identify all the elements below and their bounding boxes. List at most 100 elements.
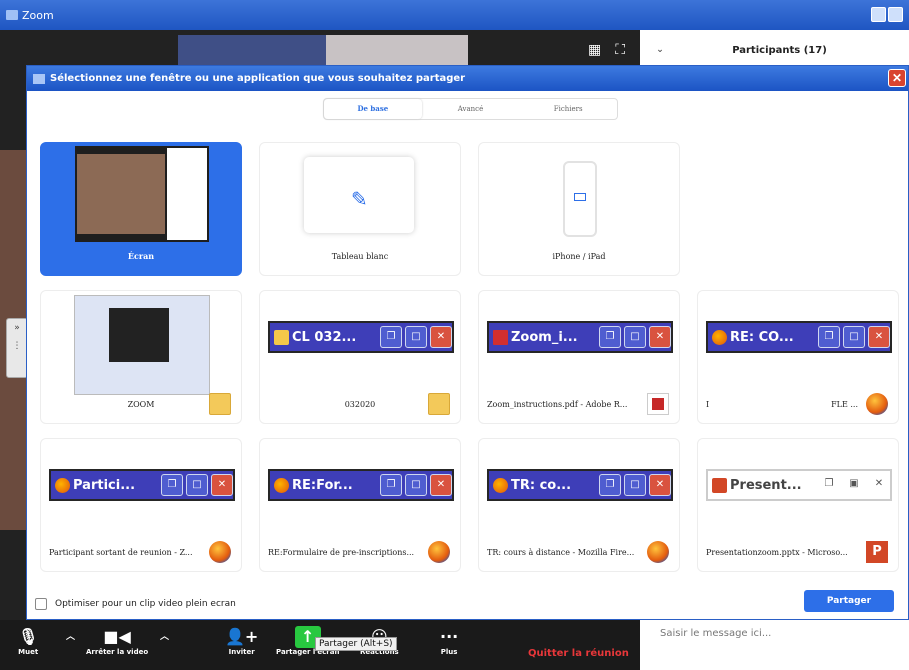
zoom-titlebar: Zoom (0, 0, 909, 30)
dialog-titlebar: Sélectionnez une fenêtre ou une applicat… (27, 66, 908, 91)
share-option-presentation[interactable]: Present... ❐ ▣ ✕ Presentationzoom.pptx - M… (697, 438, 899, 572)
firefox-icon (209, 541, 231, 563)
card-label: Tableau blanc (331, 252, 389, 261)
share-option-fle[interactable]: RE: CO... ❐ □ ✕ I FLE ... (697, 290, 899, 424)
share-option-participant[interactable]: Partici... ❐ □ ✕ Participant sortant de re… (40, 438, 242, 572)
maximize-icon: □ (624, 474, 646, 496)
chevron-up-icon: ︿ (160, 632, 170, 642)
window-thumbnail: Partici... ❐ □ ✕ (49, 469, 235, 501)
restore-icon: ❐ (380, 326, 402, 348)
card-label: Écran (127, 251, 155, 261)
share-dialog: Sélectionnez une fenêtre ou une applicat… (26, 65, 909, 620)
close-icon: ✕ (211, 474, 233, 496)
tab-files[interactable]: Fichiers (519, 105, 617, 113)
firefox-icon (493, 477, 508, 493)
optimize-checkbox[interactable] (35, 598, 47, 610)
pdf-icon (493, 329, 508, 345)
zoom-window-icon (33, 73, 45, 84)
dialog-title: Sélectionnez une fenêtre ou une applicat… (50, 73, 466, 84)
card-label: I (706, 400, 710, 409)
restore-icon: ❐ (599, 326, 621, 348)
close-icon: ✕ (868, 326, 890, 348)
powerpoint-icon (712, 477, 727, 493)
firefox-icon (428, 541, 450, 563)
participants-title: Participants (17) (732, 44, 827, 56)
share-tooltip: Partager (Alt+S) (315, 637, 397, 651)
restore-icon: ❐ (380, 474, 402, 496)
video-tile (326, 35, 468, 65)
chat-input[interactable]: Saisir le message ici... (660, 628, 771, 639)
chevron-up-icon: ︿ (66, 632, 76, 642)
share-option-reformulaire[interactable]: RE:For... ❐ □ ✕ RE:Formulaire de pre-inscr… (259, 438, 461, 572)
stop-video-button[interactable]: ■◀ Arrêter la video (86, 626, 148, 656)
folder-icon (209, 393, 231, 415)
folder-icon (274, 329, 289, 345)
phone-icon (563, 161, 597, 237)
add-user-icon: 👤+ (225, 627, 259, 646)
window-thumbnail: Present... ❐ ▣ ✕ (706, 469, 892, 501)
card-label: Presentationzoom.pptx - Microso... (706, 548, 848, 557)
minimize-button[interactable] (871, 7, 886, 22)
maximize-icon: □ (843, 326, 865, 348)
video-view-controls: ▦ ⛶ (588, 42, 625, 58)
zoom-preview (74, 295, 210, 395)
more-button[interactable]: ··· Plus (440, 626, 458, 656)
share-option-zoom[interactable]: ZOOM (40, 290, 242, 424)
tab-advanced[interactable]: Avancé (422, 105, 520, 113)
share-option-screen[interactable]: Écran (40, 142, 242, 276)
screen-preview (75, 146, 209, 242)
video-options-caret[interactable]: ︿ (160, 626, 169, 648)
share-option-iphone[interactable]: iPhone / iPad (478, 142, 680, 276)
optimize-video-option: Optimiser pour un clip video plein ecran (35, 598, 236, 610)
restore-icon: ❐ (818, 326, 840, 348)
card-label-right: FLE ... (831, 400, 858, 409)
share-option-folder[interactable]: CL 032... ❐ □ ✕ 032020 (259, 290, 461, 424)
quit-meeting-button[interactable]: Quitter la réunion (528, 648, 629, 659)
zoom-window-icon (6, 10, 18, 20)
video-tile (178, 35, 326, 65)
firefox-icon (866, 393, 888, 415)
restore-icon: ❐ (599, 474, 621, 496)
window-thumbnail: Zoom_i... ❐ □ ✕ (487, 321, 673, 353)
window-thumbnail: RE:For... ❐ □ ✕ (268, 469, 454, 501)
optimize-label: Optimiser pour un clip video plein ecran (55, 599, 236, 609)
window-thumbnail: RE: CO... ❐ □ ✕ (706, 321, 892, 353)
powerpoint-icon: P (866, 541, 888, 563)
tab-basic[interactable]: De base (324, 99, 422, 119)
more-icon: ··· (440, 627, 459, 646)
folder-icon (428, 393, 450, 415)
card-label: RE:Formulaire de pre-inscriptions... (268, 548, 415, 557)
sidebar-expand-handle[interactable]: » ⋮ (6, 318, 28, 378)
card-label: Zoom_instructions.pdf - Adobe R... (487, 400, 628, 409)
restore-icon: ❐ (161, 474, 183, 496)
share-option-whiteboard[interactable]: ✎ Tableau blanc (259, 142, 461, 276)
share-option-tr-cours[interactable]: TR: co... ❐ □ ✕ TR: cours à distance - Moz… (478, 438, 680, 572)
window-thumbnail: CL 032... ❐ □ ✕ (268, 321, 454, 353)
window-title: Zoom (22, 8, 54, 22)
card-label: Participant sortant de reunion - Z... (49, 548, 193, 557)
card-label: TR: cours à distance - Mozilla Fire... (487, 548, 635, 557)
fullscreen-icon[interactable]: ⛶ (615, 42, 625, 58)
close-icon: ✕ (649, 326, 671, 348)
maximize-icon: □ (405, 474, 427, 496)
close-icon[interactable]: ✕ (888, 69, 906, 87)
firefox-icon (274, 477, 289, 493)
maximize-icon: □ (186, 474, 208, 496)
share-button[interactable]: Partager (804, 590, 894, 612)
window-thumbnail: TR: co... ❐ □ ✕ (487, 469, 673, 501)
invite-button[interactable]: 👤+ Inviter (225, 626, 258, 656)
mute-button[interactable]: 🎙 Muet (18, 626, 38, 656)
microphone-icon: 🎙 (18, 627, 39, 646)
close-icon: ✕ (868, 474, 890, 496)
audio-options-caret[interactable]: ︿ (66, 626, 75, 648)
card-label: iPhone / iPad (552, 252, 606, 261)
chevron-down-icon[interactable]: ⌄ (640, 45, 680, 55)
maximize-icon: □ (405, 326, 427, 348)
restore-button[interactable] (888, 7, 903, 22)
firefox-icon (647, 541, 669, 563)
share-option-pdf[interactable]: Zoom_i... ❐ □ ✕ Zoom_instructions.pdf - Ad… (478, 290, 680, 424)
firefox-icon (712, 329, 727, 345)
close-icon: ✕ (430, 474, 452, 496)
close-icon: ✕ (430, 326, 452, 348)
grid-view-icon[interactable]: ▦ (588, 42, 601, 58)
